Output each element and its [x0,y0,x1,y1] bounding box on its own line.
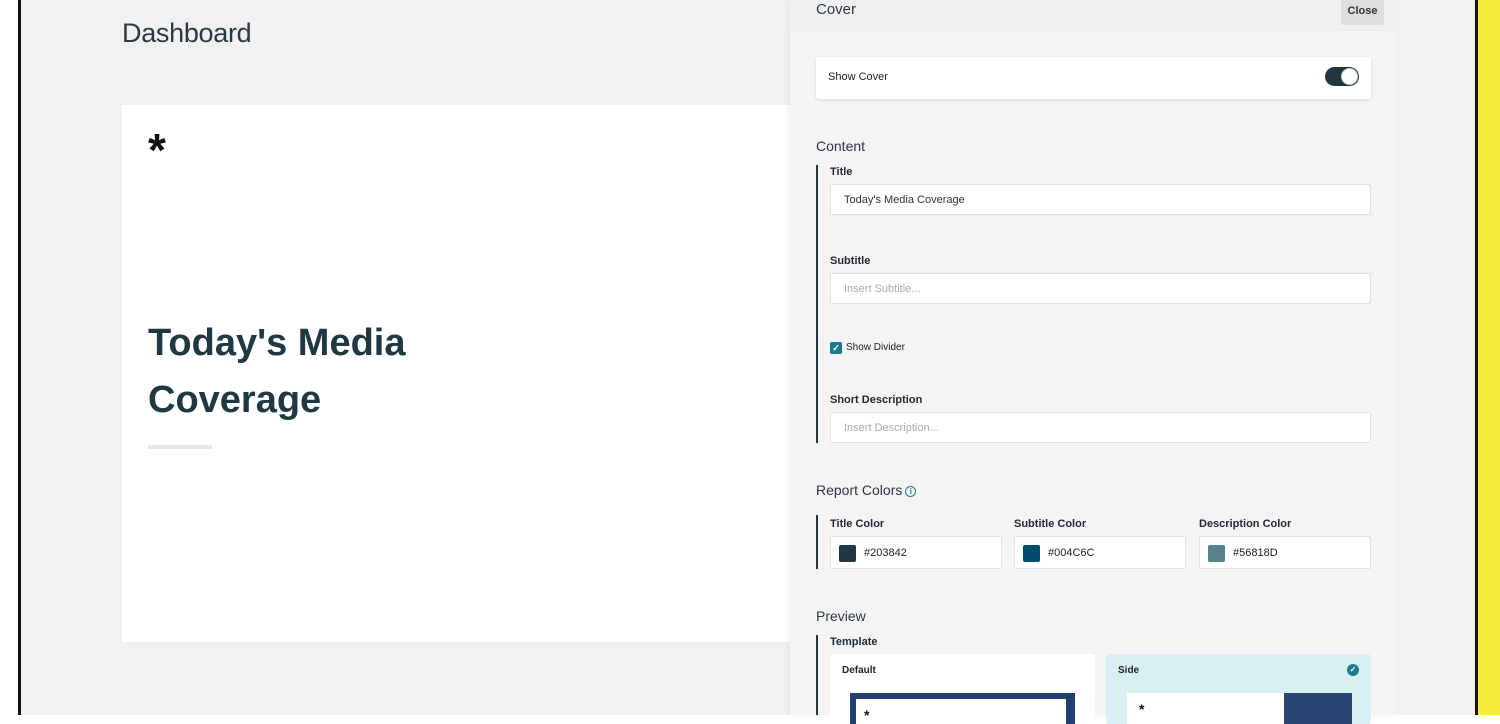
template-side-label: Side [1118,665,1140,676]
title-color-swatch[interactable] [839,545,856,562]
subtitle-color-label: Subtitle Color [1014,518,1087,530]
subtitle-color-value: #004C6C [1048,547,1095,559]
panel-title: Cover [816,1,857,18]
template-default-label: Default [842,665,876,676]
preview-section-rule [816,635,818,715]
description-color-swatch[interactable] [1208,545,1225,562]
template-option-default[interactable]: Default * [830,654,1095,724]
subtitle-color-input[interactable]: #004C6C [1014,536,1186,569]
description-input[interactable] [830,412,1371,443]
content-section-rule [816,165,818,443]
thumbnail-page: * [856,699,1066,724]
content-section-label: Content [816,138,866,154]
report-colors-label: Report Colors [816,482,903,498]
description-color-value: #56818D [1233,547,1278,559]
cover-title: Today's Media Coverage [148,322,406,421]
show-cover-label: Show Cover [828,71,888,83]
preview-section-label: Preview [816,608,866,624]
cover-preview-card: * Today's Media Coverage [122,105,822,642]
panel-header: Cover Close [790,0,1397,31]
show-divider-checkbox[interactable]: ✓ [830,342,842,354]
page-title: Dashboard [122,18,252,48]
title-color-value: #203842 [864,547,907,559]
cover-divider [148,445,212,449]
description-color-input[interactable]: #56818D [1199,536,1371,569]
show-cover-toggle[interactable] [1325,67,1359,86]
cover-settings-panel: Cover Close Show Cover Content Title Sub… [790,0,1397,724]
template-side-thumbnail: * [1127,693,1352,724]
logo-asterisk-icon: * [148,124,166,176]
subtitle-color-swatch[interactable] [1023,545,1040,562]
toggle-knob [1341,68,1358,85]
info-icon[interactable]: i [905,486,917,497]
selected-check-icon: ✓ [1347,664,1359,676]
description-color-label: Description Color [1199,518,1292,530]
colors-section-rule [816,515,818,569]
right-edge-bar [1475,0,1500,715]
thumbnail-side-artwork [1284,693,1352,724]
report-colors-section-label: Report Colors i [816,482,917,498]
description-field-label: Short Description [830,394,923,406]
subtitle-field-label: Subtitle [830,255,871,267]
template-field-label: Template [830,636,878,648]
title-color-label: Title Color [830,518,885,530]
title-input[interactable] [830,184,1371,215]
title-color-input[interactable]: #203842 [830,536,1002,569]
thumbnail-asterisk-icon: * [864,707,870,723]
show-cover-row: Show Cover [816,57,1371,99]
template-option-side[interactable]: Side ✓ * [1106,654,1371,724]
template-default-thumbnail: * [850,693,1075,724]
title-field-label: Title [830,166,853,178]
show-divider-label: Show Divider [846,342,905,353]
close-button[interactable]: Close [1341,0,1384,25]
app-window: Dashboard * Today's Media Coverage Cover… [0,0,1500,724]
subtitle-input[interactable] [830,273,1371,304]
